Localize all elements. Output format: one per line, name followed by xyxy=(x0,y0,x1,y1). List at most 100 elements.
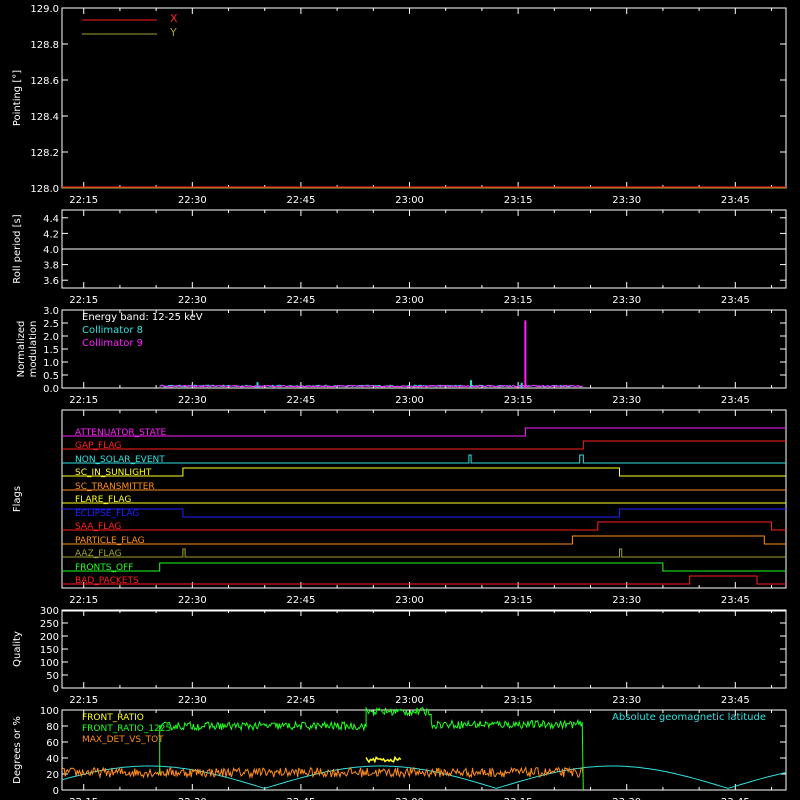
flag-line-gap_flag xyxy=(62,440,786,450)
flag-line-sc_in_sunlight xyxy=(62,467,786,477)
y-tick-label: 0.5 xyxy=(43,371,59,382)
y-tick-label: 250 xyxy=(40,619,59,630)
x-tick-label: 22:15 xyxy=(69,595,98,606)
y-tick-label: 60 xyxy=(46,738,59,749)
x-tick-label: 22:15 xyxy=(69,395,98,406)
x-tick-label: 23:00 xyxy=(395,295,424,306)
y-tick-label: 3.0 xyxy=(43,306,59,317)
x-tick-label: 23:30 xyxy=(612,695,641,706)
x-tick-label: 23:15 xyxy=(504,195,533,206)
flag-label: SAA_FLAG xyxy=(75,522,121,532)
y-tick-label: 128.6 xyxy=(30,76,59,87)
flag-line-non_solar_event xyxy=(62,454,786,464)
y-tick-label: 150 xyxy=(40,645,59,656)
x-tick-label: 23:45 xyxy=(721,695,750,706)
flag-line-fronts_off xyxy=(62,562,786,572)
x-tick-label: 23:00 xyxy=(395,195,424,206)
panel-frame xyxy=(61,609,787,689)
y-axis-label: Pointing [°] xyxy=(12,70,23,126)
x-tick-label: 22:15 xyxy=(69,195,98,206)
legend-entry: FRONT_RATIO xyxy=(82,713,144,723)
x-tick-label: 23:30 xyxy=(612,595,641,606)
flag-label: GAP_FLAG xyxy=(75,441,121,451)
x-tick-label: 23:30 xyxy=(612,395,641,406)
x-tick-label: 22:45 xyxy=(287,595,316,606)
flag-line-bad_packets xyxy=(62,575,786,585)
flag-label: SC_IN_SUNLIGHT xyxy=(75,468,152,478)
x-tick-label: 22:15 xyxy=(69,695,98,706)
y-axis-label: Quality xyxy=(12,631,23,667)
y-axis-label: modulation xyxy=(28,321,39,378)
flag-label: FRONTS_OFF xyxy=(75,563,133,573)
y-tick-label: 1.0 xyxy=(43,358,59,369)
x-tick-label: 23:15 xyxy=(504,595,533,606)
y-tick-label: 4.2 xyxy=(43,229,59,240)
x-tick-label: 23:30 xyxy=(612,295,641,306)
flag-label: BAD_PACKETS xyxy=(75,576,139,586)
x-tick-label: 23:00 xyxy=(395,695,424,706)
legend-y-label: Y xyxy=(169,26,177,39)
x-tick-label: 22:45 xyxy=(287,695,316,706)
flag-label: PARTICLE_FLAG xyxy=(75,536,145,546)
y-tick-label: 40 xyxy=(46,754,59,765)
panel-4 xyxy=(61,409,787,589)
y-tick-label: 4.4 xyxy=(43,214,59,225)
y-tick-label: 50 xyxy=(46,671,59,682)
x-tick-label: 22:30 xyxy=(178,195,207,206)
x-tick-label: 22:30 xyxy=(178,395,207,406)
housekeeping-chart: 22:15 22:30 22:45 23:00 23:15 23:30 23:45 128.0… xyxy=(12,4,787,800)
x-tick-label: 23:15 xyxy=(504,695,533,706)
flag-label: ATTENUATOR_STATE xyxy=(75,428,167,438)
y-tick-label: 100 xyxy=(40,658,59,669)
y-tick-label: 0.0 xyxy=(43,384,59,395)
legend-entry: FRONT_RATIO_1225 xyxy=(82,724,171,734)
x-tick-label: 22:45 xyxy=(287,395,316,406)
legend-collimator-8: Collimator 8 xyxy=(82,325,143,336)
panel-frame xyxy=(61,409,787,589)
y-tick-label: 2.0 xyxy=(43,332,59,343)
x-tick-label: 23:00 xyxy=(395,395,424,406)
flag-line-particle_flag xyxy=(62,535,786,545)
x-tick-label: 22:30 xyxy=(178,695,207,706)
y-tick-label: 3.6 xyxy=(43,276,59,287)
y-tick-label: 128.0 xyxy=(30,184,59,195)
flag-label: NON_SOLAR_EVENT xyxy=(75,455,165,465)
legend-energy-band: Energy band: 12-25 keV xyxy=(82,312,203,323)
legend-entry: MAX_DET_VS_TOT xyxy=(82,735,164,745)
y-tick-label: 128.8 xyxy=(30,40,59,51)
y-tick-label: 200 xyxy=(40,632,59,643)
x-tick-label: 23:45 xyxy=(721,395,750,406)
front-ratio-line xyxy=(365,755,402,764)
y-tick-label: 4.0 xyxy=(43,245,59,256)
y-axis-label: Flags xyxy=(12,486,23,512)
x-tick-label: 22:45 xyxy=(287,295,316,306)
x-tick-label: 22:30 xyxy=(178,595,207,606)
x-tick-label: 22:15 xyxy=(69,295,98,306)
x-tick-label: 23:45 xyxy=(721,295,750,306)
y-tick-label: 129.0 xyxy=(30,4,59,15)
y-axis-label: Roll period [s] xyxy=(12,214,23,283)
x-tick-label: 22:45 xyxy=(287,195,316,206)
y-tick-label: 0 xyxy=(53,786,59,797)
legend-geomagnetic-latitude: Absolute geomagnetic latitude xyxy=(612,712,766,723)
flag-label: SC_TRANSMITTER xyxy=(75,482,155,492)
y-axis-label: Degrees or % xyxy=(12,716,23,784)
y-tick-label: 100 xyxy=(40,706,59,717)
x-tick-label: 22:30 xyxy=(178,295,207,306)
front-ratio-1225-line xyxy=(159,706,584,791)
y-tick-label: 0 xyxy=(53,684,59,695)
flag-line-eclipse_flag xyxy=(62,508,786,518)
flag-line-saa_flag xyxy=(62,521,786,531)
y-tick-label: 20 xyxy=(46,770,59,781)
x-tick-label: 23:15 xyxy=(504,295,533,306)
legend-collimator-9: Collimator 9 xyxy=(82,338,143,349)
y-tick-label: 128.4 xyxy=(30,112,59,123)
flag-label: FLARE_FLAG xyxy=(75,495,131,505)
y-tick-label: 3.8 xyxy=(43,261,59,272)
y-axis-label: Normalized xyxy=(16,321,27,378)
x-tick-label: 23:30 xyxy=(612,195,641,206)
x-tick-label: 23:45 xyxy=(721,595,750,606)
y-tick-label: 2.5 xyxy=(43,319,59,330)
x-tick-label: 23:00 xyxy=(395,595,424,606)
flag-label: AAZ_FLAG xyxy=(75,549,122,559)
